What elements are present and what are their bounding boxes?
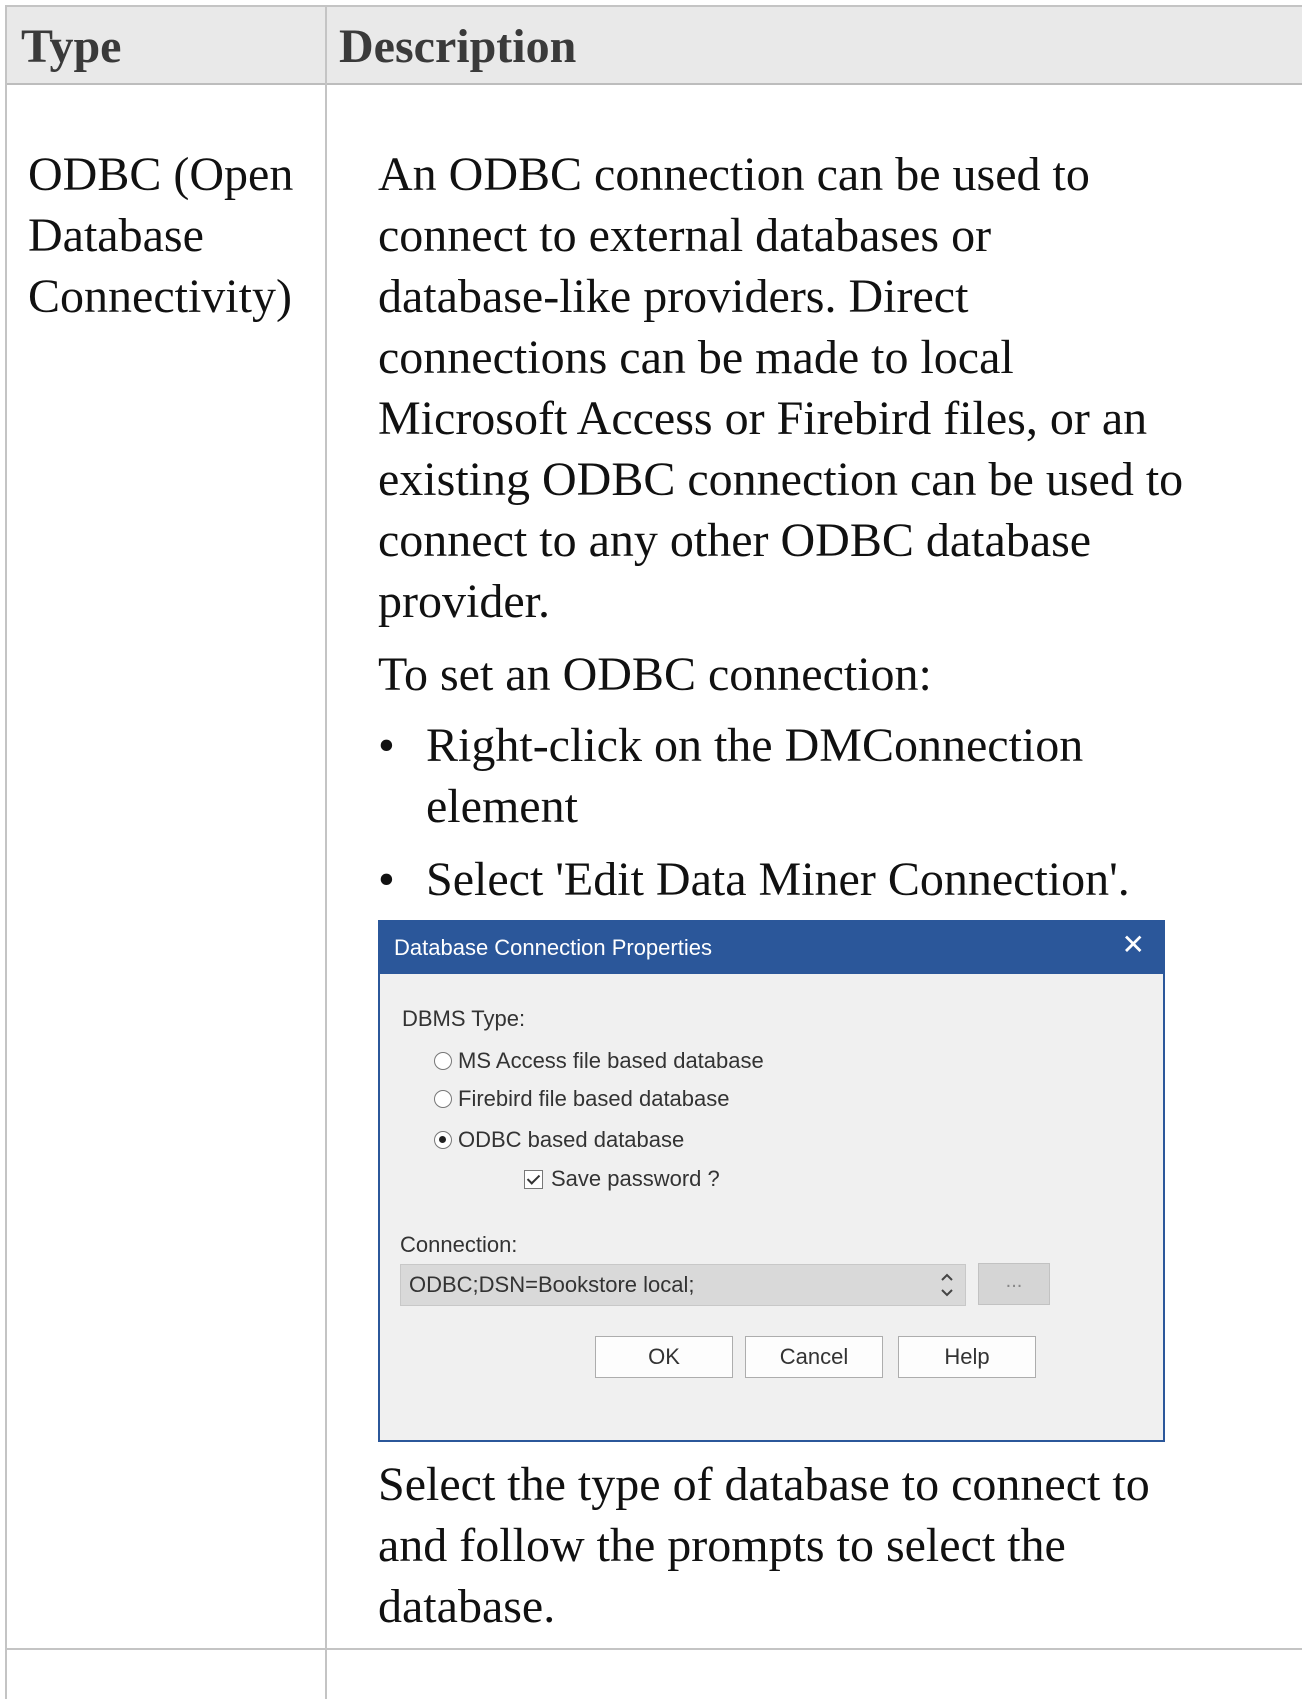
cancel-button[interactable]: Cancel	[745, 1336, 883, 1378]
radio-label: ODBC based database	[458, 1127, 685, 1152]
radio-button-selected[interactable]	[434, 1131, 452, 1149]
browse-label: ...	[1005, 1270, 1023, 1292]
save-password-label: Save password ?	[551, 1166, 720, 1191]
radio-label: Firebird file based database	[458, 1086, 730, 1111]
bullet-dot: •	[378, 719, 395, 772]
description-line: provider.	[378, 575, 550, 628]
closing-paragraph: Select the type of database to connect t…	[378, 1454, 1150, 1637]
closing-line: database.	[378, 1580, 556, 1633]
closing-line: Select the type of database to connect t…	[378, 1458, 1150, 1511]
connection-value: ODBC;DSN=Bookstore local;	[409, 1272, 695, 1297]
radio-label: MS Access file based database	[458, 1048, 764, 1073]
browse-button[interactable]: ...	[978, 1263, 1050, 1305]
ok-button[interactable]: OK	[595, 1336, 733, 1378]
bullet-text: Right-click on the DMConnection element	[426, 715, 1083, 837]
radio-button[interactable]	[434, 1052, 452, 1070]
header-description: Description	[339, 20, 577, 73]
help-button[interactable]: Help	[898, 1336, 1036, 1378]
description-line: database-like providers. Direct	[378, 270, 969, 323]
description-line: connect to any other ODBC database	[378, 514, 1092, 567]
header-type: Type	[21, 20, 122, 73]
description-line: connections can be made to local	[378, 331, 1014, 384]
dialog-title-bar: Database Connection Properties ✕	[380, 922, 1163, 974]
type-cell: ODBC (Open Database Connectivity)	[28, 144, 328, 327]
description-line: An ODBC connection can be used to	[378, 148, 1090, 201]
bullet-text: Select 'Edit Data Miner Connection'.	[426, 849, 1130, 910]
type-line: ODBC (Open	[28, 148, 294, 201]
row-divider	[5, 1648, 1302, 1650]
description-line: existing ODBC connection can be used to	[378, 453, 1184, 506]
dialog-title: Database Connection Properties	[394, 935, 712, 960]
bullet-line: Select 'Edit Data Miner Connection'.	[426, 853, 1130, 906]
setup-intro: To set an ODBC connection:	[378, 648, 932, 701]
close-icon[interactable]: ✕	[1122, 930, 1145, 960]
bullet-line: element	[426, 780, 578, 833]
type-line: Database	[28, 209, 204, 262]
description-line: connect to external databases or	[378, 209, 992, 262]
bullet-line: Right-click on the DMConnection	[426, 719, 1084, 772]
connection-combobox[interactable]: ODBC;DSN=Bookstore local;	[400, 1264, 966, 1306]
bullet-dot: •	[378, 853, 395, 906]
table-left-border	[5, 5, 7, 1699]
dbms-type-label: DBMS Type:	[402, 1006, 526, 1031]
database-connection-dialog: Database Connection Properties ✕ DBMS Ty…	[378, 920, 1165, 1442]
radio-button[interactable]	[434, 1090, 452, 1108]
description-paragraph: An ODBC connection can be used to connec…	[378, 144, 1278, 632]
table-header-row	[5, 5, 1302, 85]
spin-updown-icon[interactable]	[939, 1268, 955, 1302]
documentation-page: Type Description ODBC (Open Database Con…	[0, 0, 1302, 1699]
type-line: Connectivity)	[28, 270, 292, 323]
connection-label: Connection:	[400, 1232, 518, 1257]
description-line: Microsoft Access or Firebird files, or a…	[378, 392, 1148, 445]
closing-line: and follow the prompts to select the	[378, 1519, 1066, 1572]
save-password-checkbox[interactable]	[524, 1170, 543, 1189]
